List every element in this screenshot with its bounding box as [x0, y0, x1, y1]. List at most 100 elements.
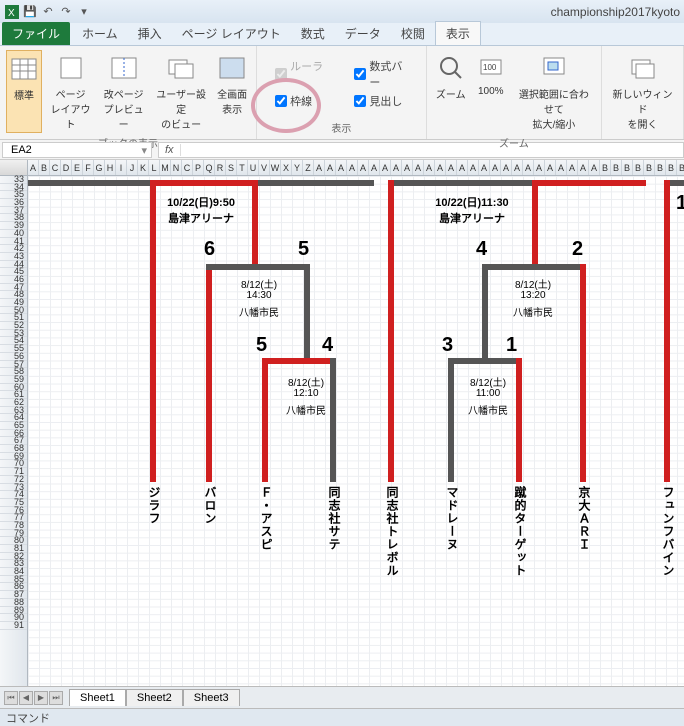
col-header[interactable]: A [435, 160, 446, 175]
col-header[interactable]: L [149, 160, 160, 175]
select-all-button[interactable] [0, 160, 28, 175]
col-header[interactable]: A [556, 160, 567, 175]
col-header[interactable]: D [61, 160, 72, 175]
check-gridlines[interactable]: 枠線 [275, 93, 328, 109]
col-header[interactable]: A [512, 160, 523, 175]
check-headings[interactable]: 見出し [354, 93, 407, 109]
col-header[interactable]: E [72, 160, 83, 175]
col-header[interactable]: B [622, 160, 633, 175]
col-header[interactable]: Q [204, 160, 215, 175]
tab-data[interactable]: データ [335, 22, 391, 45]
tab-review[interactable]: 校閲 [391, 22, 435, 45]
tab-view[interactable]: 表示 [435, 21, 481, 45]
new-window-button[interactable]: 新しいウィンド を開く [608, 50, 677, 133]
view-custom-button[interactable]: ユーザー設定 のビュー [152, 50, 210, 133]
qat-dropdown-icon[interactable]: ▾ [76, 4, 92, 20]
col-header[interactable]: A [314, 160, 325, 175]
col-header[interactable]: B [677, 160, 684, 175]
col-header[interactable]: N [171, 160, 182, 175]
save-icon[interactable]: 💾 [22, 4, 38, 20]
undo-icon[interactable]: ↶ [40, 4, 56, 20]
col-header[interactable]: A [578, 160, 589, 175]
col-header[interactable]: Z [303, 160, 314, 175]
col-header[interactable]: W [270, 160, 281, 175]
col-header[interactable]: C [50, 160, 61, 175]
col-header[interactable]: K [138, 160, 149, 175]
col-header[interactable]: F [83, 160, 94, 175]
col-header[interactable]: A [534, 160, 545, 175]
col-header[interactable]: B [633, 160, 644, 175]
col-header[interactable]: A [380, 160, 391, 175]
col-header[interactable]: S [226, 160, 237, 175]
tab-insert[interactable]: 挿入 [128, 22, 172, 45]
col-header[interactable]: Y [292, 160, 303, 175]
col-header[interactable]: P [193, 160, 204, 175]
col-header[interactable]: A [402, 160, 413, 175]
tab-formulas[interactable]: 数式 [291, 22, 335, 45]
sheet-tab[interactable]: Sheet3 [183, 689, 240, 706]
col-header[interactable]: A [589, 160, 600, 175]
quick-access-toolbar: X 💾 ↶ ↷ ▾ [4, 4, 92, 20]
col-header[interactable]: B [611, 160, 622, 175]
col-header[interactable]: A [424, 160, 435, 175]
col-header[interactable]: A [523, 160, 534, 175]
sheet-canvas[interactable]: 10/22(日)9:50 島津アリーナ 6 5 8/12(土) 14:30 八幡… [28, 176, 684, 686]
col-header[interactable]: B [644, 160, 655, 175]
col-header[interactable]: A [336, 160, 347, 175]
sheet-nav-prev-icon[interactable]: ◀ [19, 691, 33, 705]
col-header[interactable]: A [413, 160, 424, 175]
tab-file[interactable]: ファイル [2, 22, 70, 45]
zoom-selection-button[interactable]: 選択範囲に合わせて 拡大/縮小 [513, 50, 595, 133]
redo-icon[interactable]: ↷ [58, 4, 74, 20]
col-header[interactable]: A [369, 160, 380, 175]
col-header[interactable]: B [666, 160, 677, 175]
col-header[interactable]: A [545, 160, 556, 175]
col-header[interactable]: A [391, 160, 402, 175]
sheet-tab[interactable]: Sheet2 [126, 689, 183, 706]
check-formula-bar[interactable]: 数式バー [354, 58, 407, 90]
col-header[interactable]: I [116, 160, 127, 175]
col-header[interactable]: R [215, 160, 226, 175]
view-fullscreen-button[interactable]: 全画面 表示 [214, 50, 250, 133]
col-header[interactable]: A [501, 160, 512, 175]
match-venue: 島津アリーナ [156, 210, 246, 226]
bracket-line [304, 264, 310, 358]
col-header[interactable]: A [479, 160, 490, 175]
zoom-100-button[interactable]: 100100% [473, 50, 509, 133]
col-header[interactable]: A [358, 160, 369, 175]
col-header[interactable]: J [127, 160, 138, 175]
zoom-button[interactable]: ズーム [433, 50, 469, 133]
name-box[interactable]: EA2 [2, 142, 152, 158]
col-header[interactable]: A [457, 160, 468, 175]
tab-page-layout[interactable]: ページ レイアウト [172, 22, 291, 45]
view-normal-button[interactable]: 標準 [6, 50, 42, 133]
sheet-nav-first-icon[interactable]: ⏮ [4, 691, 18, 705]
col-header[interactable]: T [237, 160, 248, 175]
sheet-tab[interactable]: Sheet1 [69, 689, 126, 706]
col-header[interactable]: A [347, 160, 358, 175]
view-page-layout-button[interactable]: ページ レイアウト [46, 50, 95, 133]
check-ruler[interactable]: ルーラー [275, 58, 328, 90]
col-header[interactable]: A [446, 160, 457, 175]
col-header[interactable]: M [160, 160, 171, 175]
row-header[interactable]: 91 [0, 622, 27, 630]
col-header[interactable]: X [281, 160, 292, 175]
col-header[interactable]: V [259, 160, 270, 175]
col-header[interactable]: A [325, 160, 336, 175]
col-header[interactable]: B [39, 160, 50, 175]
col-header[interactable]: A [468, 160, 479, 175]
column-headers: ABCDEFGHIJKLMNCPQRSTUVWXYZAAAAAAAAAAAAAA… [0, 160, 684, 176]
sheet-nav-next-icon[interactable]: ▶ [34, 691, 48, 705]
col-header[interactable]: H [105, 160, 116, 175]
sheet-nav-last-icon[interactable]: ⏭ [49, 691, 63, 705]
col-header[interactable]: U [248, 160, 259, 175]
col-header[interactable]: A [28, 160, 39, 175]
col-header[interactable]: G [94, 160, 105, 175]
tab-home[interactable]: ホーム [72, 22, 128, 45]
col-header[interactable]: C [182, 160, 193, 175]
col-header[interactable]: B [655, 160, 666, 175]
view-page-break-button[interactable]: 改ページ プレビュー [99, 50, 148, 133]
col-header[interactable]: A [490, 160, 501, 175]
col-header[interactable]: A [567, 160, 578, 175]
col-header[interactable]: B [600, 160, 611, 175]
